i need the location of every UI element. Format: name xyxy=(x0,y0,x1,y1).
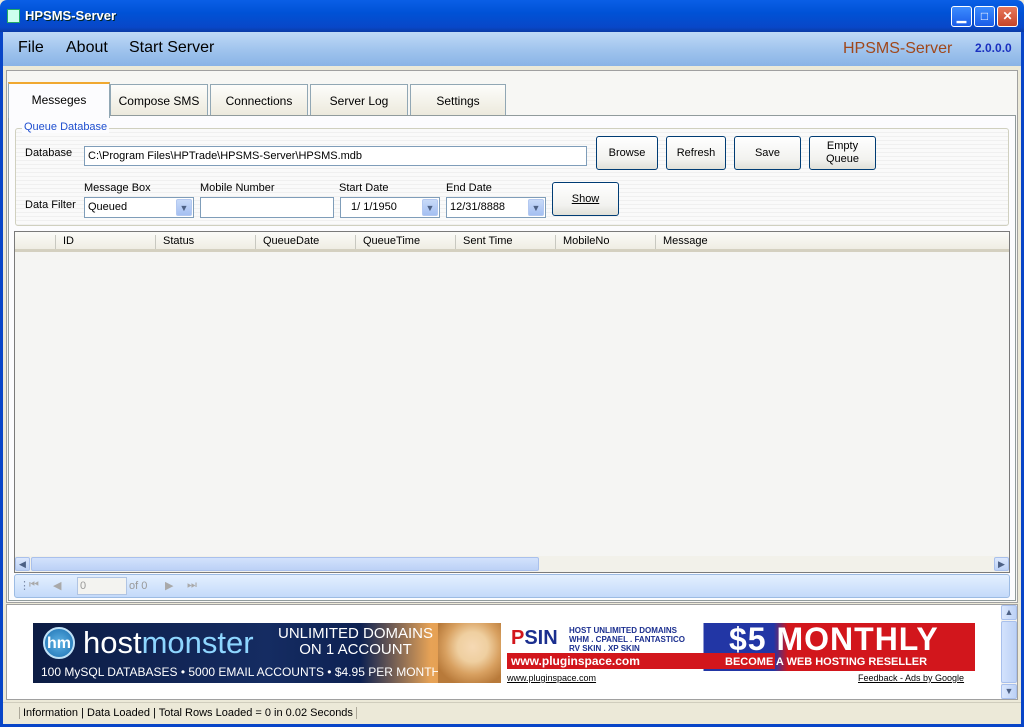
tab-settings[interactable]: Settings xyxy=(410,84,506,116)
column-status[interactable]: Status xyxy=(155,235,255,249)
column-id[interactable]: ID xyxy=(55,235,155,249)
menu-start-server[interactable]: Start Server xyxy=(129,39,214,57)
tab-messages[interactable]: Messeges xyxy=(8,82,110,118)
refresh-button[interactable]: Refresh xyxy=(666,136,726,170)
column-mobile-no[interactable]: MobileNo xyxy=(555,235,655,249)
scroll-thumb[interactable] xyxy=(31,557,539,571)
ad-photo xyxy=(438,623,501,683)
tab-server-log[interactable]: Server Log xyxy=(310,84,408,116)
save-button[interactable]: Save xyxy=(734,136,801,170)
scroll-up-icon[interactable]: ▲ xyxy=(1001,605,1017,620)
menu-bar: File About Start Server HPSMS-Server 2.0… xyxy=(3,32,1021,66)
pluginspace-tagline: BECOME A WEB HOSTING RESELLER xyxy=(725,656,928,668)
move-first-icon[interactable]: ⏮ xyxy=(29,579,39,592)
status-bar: Information | Data Loaded | Total Rows L… xyxy=(3,702,1021,724)
database-label: Database xyxy=(25,147,73,159)
message-box-label: Message Box xyxy=(84,182,151,194)
binding-navigator: ⋮ ⏮ ◀ 0 of 0 ▶ ⏭ xyxy=(14,574,1010,598)
start-date-value: 1/ 1/1950 xyxy=(351,201,397,213)
message-box-select[interactable]: Queued ▼ xyxy=(84,197,194,218)
column-queue-time[interactable]: QueueTime xyxy=(355,235,455,249)
horizontal-scrollbar[interactable]: ◀ ▶ xyxy=(15,556,1009,572)
version-label: 2.0.0.0 xyxy=(975,41,1012,55)
pluginspace-features: HOST UNLIMITED DOMAINS WHM . CPANEL . FAN… xyxy=(569,626,685,653)
hostmonster-headline: UNLIMITED DOMAINS ON 1 ACCOUNT xyxy=(278,625,434,658)
messages-grid[interactable]: ID Status QueueDate QueueTime Sent Time … xyxy=(14,231,1010,573)
column-queue-date[interactable]: QueueDate xyxy=(255,235,355,249)
move-next-icon[interactable]: ▶ xyxy=(165,579,173,592)
tab-connections[interactable]: Connections xyxy=(210,84,308,116)
scroll-right-icon[interactable]: ▶ xyxy=(994,557,1009,571)
pluginspace-ad[interactable]: PSIN HOST UNLIMITED DOMAINS WHM . CPANEL … xyxy=(507,621,975,671)
pluginspace-price: $5 MONTHLY xyxy=(729,621,939,657)
start-date-label: Start Date xyxy=(339,182,389,194)
close-button[interactable]: ✕ xyxy=(997,6,1018,27)
status-text: Information | Data Loaded | Total Rows L… xyxy=(19,707,357,719)
minimize-button[interactable]: ▁ xyxy=(951,6,972,27)
empty-queue-button[interactable]: Empty Queue xyxy=(809,136,876,170)
scroll-down-icon[interactable]: ▼ xyxy=(1001,684,1017,699)
scroll-left-icon[interactable]: ◀ xyxy=(15,557,30,571)
mobile-number-label: Mobile Number xyxy=(200,182,275,194)
ad-vertical-scrollbar[interactable]: ▲ ▼ xyxy=(1001,605,1017,699)
hostmonster-logo: hm xyxy=(43,627,75,659)
chevron-down-icon[interactable]: ▼ xyxy=(176,199,192,216)
start-date-picker[interactable]: 1/ 1/1950 ▼ xyxy=(340,197,440,218)
column-sent-time[interactable]: Sent Time xyxy=(455,235,555,249)
move-last-icon[interactable]: ⏭ xyxy=(187,579,197,592)
message-box-value: Queued xyxy=(88,201,128,213)
queue-database-title: Queue Database xyxy=(22,121,110,133)
move-previous-icon[interactable]: ◀ xyxy=(53,579,61,592)
pluginspace-link[interactable]: www.pluginspace.com xyxy=(507,673,596,683)
hostmonster-ad[interactable]: hm hostmonster UNLIMITED DOMAINS ON 1 ACC… xyxy=(33,623,501,683)
end-date-label: End Date xyxy=(446,182,492,194)
data-filter-label: Data Filter xyxy=(25,199,76,211)
maximize-icon: □ xyxy=(980,9,989,23)
ads-by-google-link[interactable]: Feedback - Ads by Google xyxy=(858,673,964,683)
end-date-value: 12/31/8888 xyxy=(450,201,506,213)
column-message[interactable]: Message xyxy=(655,235,775,249)
mobile-number-input[interactable] xyxy=(200,197,334,218)
end-date-picker[interactable]: 12/31/8888 ▼ xyxy=(446,197,546,218)
show-button[interactable]: Show xyxy=(552,182,619,216)
brand-label: HPSMS-Server xyxy=(843,40,953,57)
count-label: of 0 xyxy=(129,580,148,592)
database-path-input[interactable]: C:\Program Files\HPTrade\HPSMS-Server\HP… xyxy=(84,146,587,166)
grid-header: ID Status QueueDate QueueTime Sent Time … xyxy=(15,232,1009,252)
close-icon: ✕ xyxy=(1002,9,1013,23)
hostmonster-subline: 100 MySQL DATABASES • 5000 EMAIL ACCOUNT… xyxy=(41,665,441,679)
window-title: HPSMS-Server xyxy=(25,8,117,23)
calendar-dropdown-icon[interactable]: ▼ xyxy=(422,199,438,216)
maximize-button[interactable]: □ xyxy=(974,6,995,27)
menu-file[interactable]: File xyxy=(18,39,44,57)
pluginspace-logo: PSIN xyxy=(511,627,558,649)
ad-area: hm hostmonster UNLIMITED DOMAINS ON 1 ACC… xyxy=(6,604,1018,700)
ad-scroll-thumb[interactable] xyxy=(1001,621,1017,683)
browse-button[interactable]: Browse xyxy=(596,136,658,170)
calendar-dropdown-icon[interactable]: ▼ xyxy=(528,199,544,216)
title-bar: HPSMS-Server ▁ □ ✕ xyxy=(0,0,1024,32)
menu-about[interactable]: About xyxy=(66,39,108,57)
hostmonster-wordmark: hostmonster xyxy=(83,625,254,660)
minimize-icon: ▁ xyxy=(956,9,967,23)
position-input[interactable]: 0 xyxy=(77,577,127,595)
app-icon xyxy=(7,9,20,23)
tab-compose-sms[interactable]: Compose SMS xyxy=(110,84,208,116)
